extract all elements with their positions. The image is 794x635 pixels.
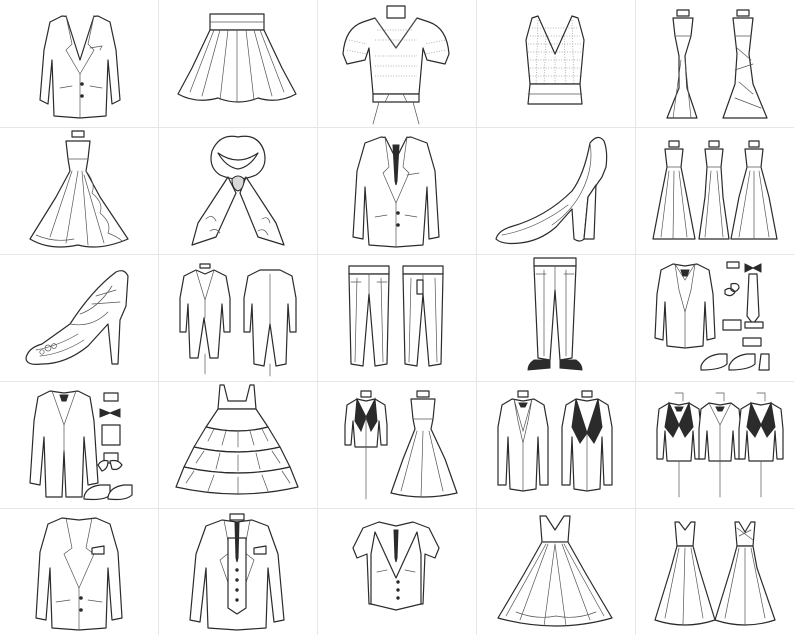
two-wedding-gowns-icon [635, 508, 793, 635]
tailcoat-front-back-icon [158, 254, 316, 381]
morning-coat-set-icon [0, 381, 158, 508]
trousers-with-shoes-icon [476, 254, 634, 381]
high-heel-pump-icon [476, 127, 634, 254]
fashion-sketch-sheet [0, 0, 794, 635]
tux-and-dress-icon [317, 381, 475, 508]
two-piece-suit-icon [317, 127, 475, 254]
suit-jacket-icon [0, 0, 158, 127]
three-dresses-icon [635, 127, 793, 254]
two-tuxedos-icon [476, 381, 634, 508]
ball-gown-icon [476, 508, 634, 635]
blazer-icon [0, 508, 158, 635]
three-tuxedos-icon [635, 381, 793, 508]
lace-crop-top-icon [476, 0, 634, 127]
evening-gowns-icon [635, 0, 793, 127]
waistcoat-shirt-icon [317, 508, 475, 635]
trousers-front-back-icon [317, 254, 475, 381]
flared-skirt-icon [158, 0, 316, 127]
ruffled-gown-icon [0, 127, 158, 254]
silk-scarf-icon [158, 127, 316, 254]
strappy-heel-sandal-icon [0, 254, 158, 381]
lace-blouse-icon [317, 0, 475, 127]
three-piece-suit-icon [158, 508, 316, 635]
groom-outfit-set-icon [635, 254, 793, 381]
tiered-ruffle-dress-icon [158, 381, 316, 508]
